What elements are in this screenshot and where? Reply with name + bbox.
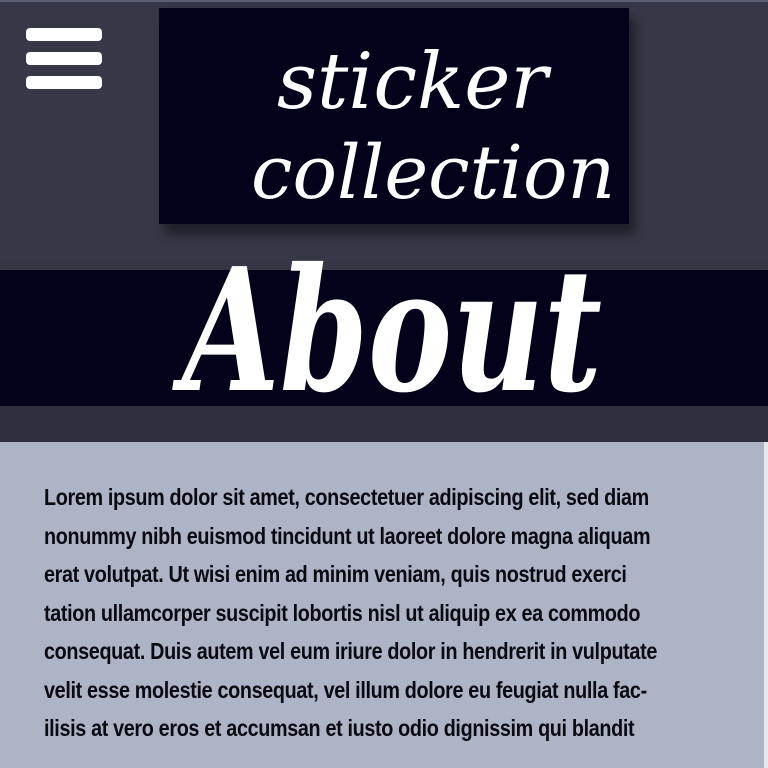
menu-bar-bottom: [26, 76, 102, 89]
menu-bar-top: [26, 28, 102, 41]
paragraph-line: nonummy nibh euismod tincidunt ut laoree…: [44, 522, 651, 549]
page-title: About: [172, 240, 602, 430]
paragraph-line: erat volutpat. Ut wisi enim ad minim ven…: [44, 561, 627, 587]
site-logo[interactable]: sticker collection: [159, 8, 629, 224]
paragraph-line: Lorem ipsum dolor sit amet, consectetuer…: [44, 484, 649, 510]
hamburger-menu-icon[interactable]: [26, 28, 104, 92]
logo-line-1: sticker: [277, 37, 552, 127]
paragraph-line: tation ullamcorper suscipit lobortis nis…: [44, 599, 641, 626]
menu-bar-middle: [26, 52, 102, 65]
logo-line-2: collection: [251, 130, 615, 216]
paragraph-line: consequat. Duis autem vel eum iriure dol…: [44, 638, 657, 664]
paragraph-line: velit esse molestie consequat, vel illum…: [44, 676, 647, 703]
paragraph-line: ilisis at vero eros et accumsan et iusto…: [44, 715, 635, 741]
about-paragraph: Lorem ipsum dolor sit amet, consectetuer…: [44, 478, 734, 748]
